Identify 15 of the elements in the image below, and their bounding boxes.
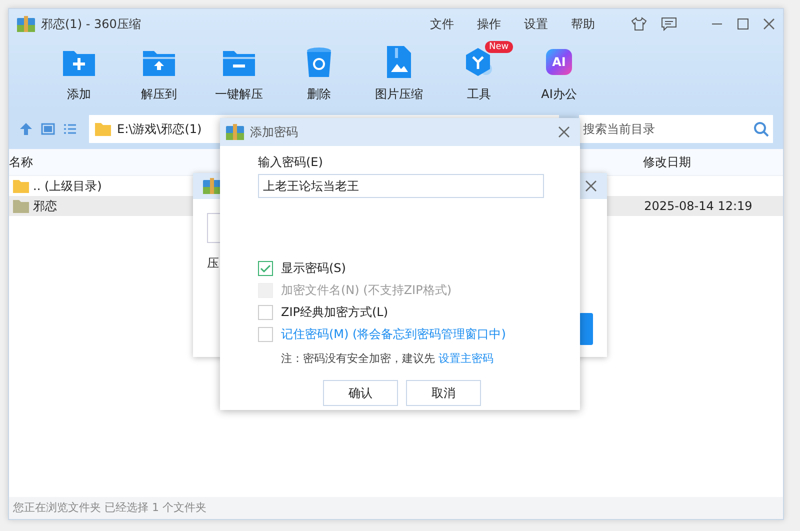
- field-label: 压: [207, 255, 219, 272]
- field-label: 输入密码(E): [258, 154, 324, 171]
- checkbox-label: ZIP经典加密方式(L): [281, 304, 388, 321]
- file-name: 邪恋: [33, 198, 57, 214]
- checkbox-label: 加密文件名(N) (不支持ZIP格式): [281, 282, 452, 299]
- file-date: 2025-08-14 12:19: [608, 196, 783, 216]
- file-name: .. (上级目录): [33, 178, 102, 194]
- window-title: 邪恋(1) - 360压缩: [41, 16, 141, 32]
- checkbox-label: 显示密码(S): [281, 260, 346, 277]
- new-badge: New: [485, 41, 513, 53]
- ai-icon: AI: [546, 48, 572, 74]
- status-bar: 您正在浏览文件夹 已经选择 1 个文件夹: [9, 497, 783, 519]
- checkbox-label: 记住密码(M) (将会备忘到密码管理窗口中): [281, 326, 506, 343]
- note-text: 注：密码没有安全加密，建议先 设置主密码: [281, 351, 494, 366]
- dialog-title: 添加密码: [250, 124, 298, 140]
